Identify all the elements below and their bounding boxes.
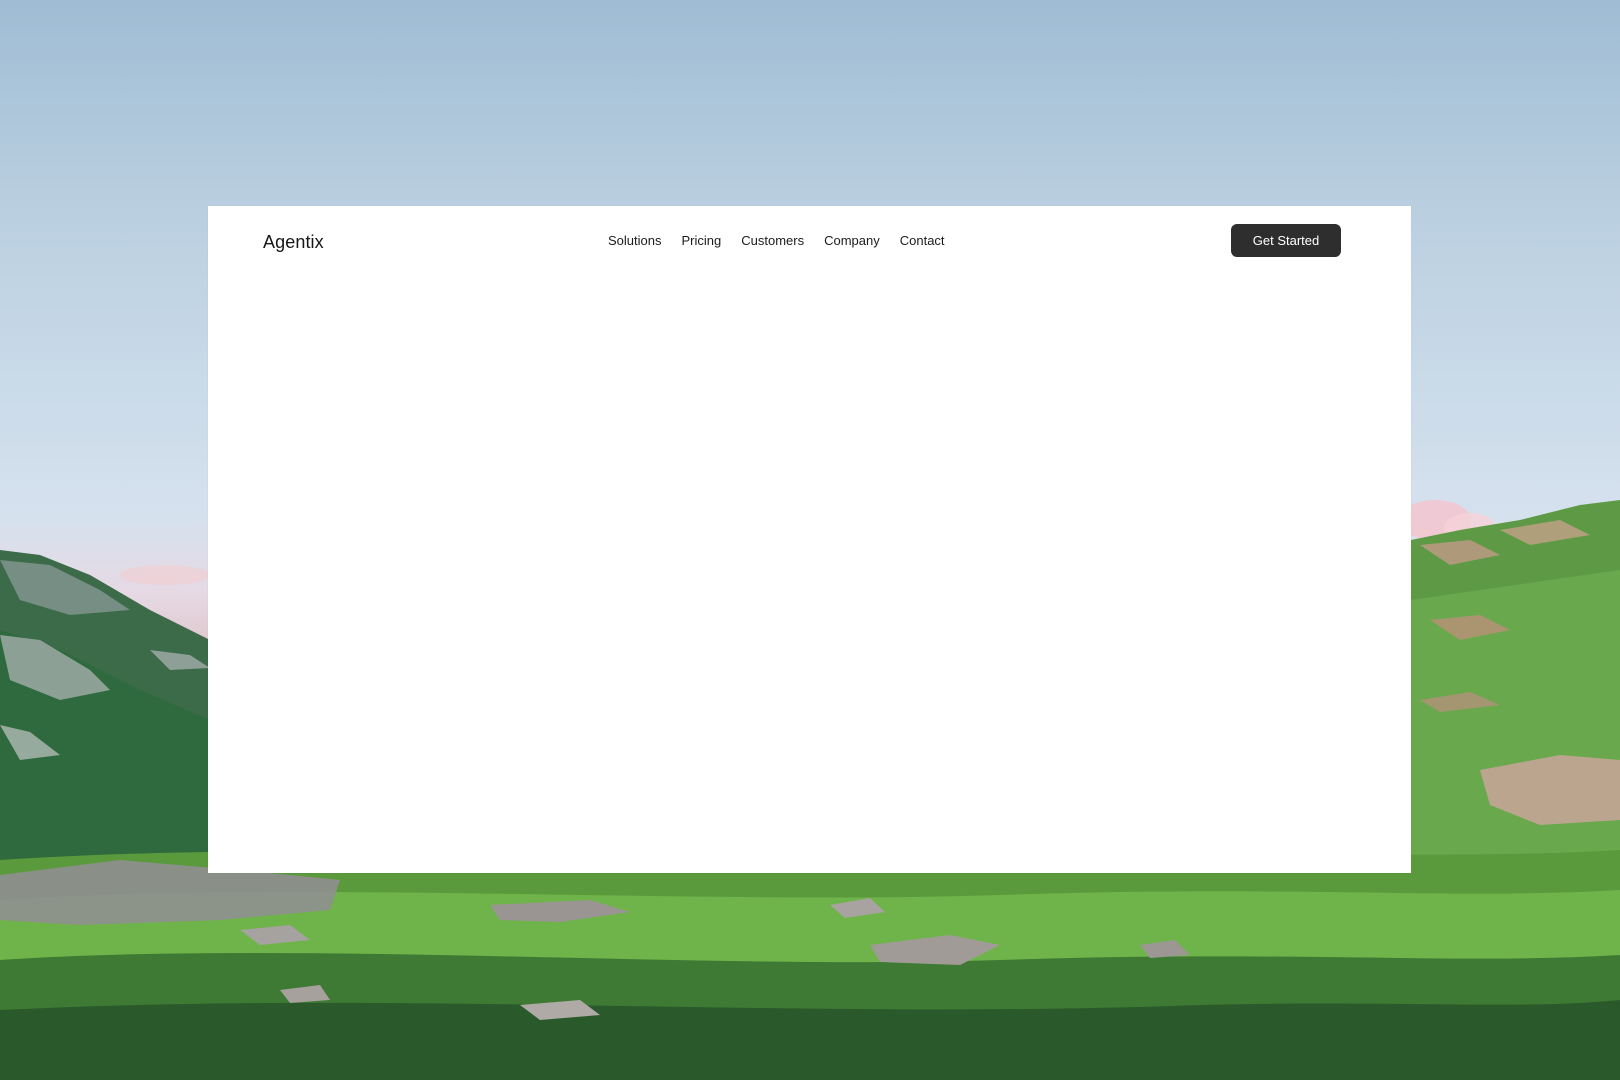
- nav-link-pricing[interactable]: Pricing: [681, 233, 721, 248]
- brand-logo[interactable]: Agentix: [263, 232, 324, 253]
- desktop-background: Agentix Solutions Pricing Customers Comp…: [0, 0, 1620, 1080]
- main-menu: Solutions Pricing Customers Company Cont…: [608, 233, 945, 248]
- hero-section: [208, 276, 1411, 873]
- get-started-button[interactable]: Get Started: [1231, 224, 1341, 257]
- top-navigation: Agentix Solutions Pricing Customers Comp…: [208, 206, 1411, 276]
- website-window: Agentix Solutions Pricing Customers Comp…: [208, 206, 1411, 873]
- nav-link-solutions[interactable]: Solutions: [608, 233, 661, 248]
- nav-link-customers[interactable]: Customers: [741, 233, 804, 248]
- nav-link-company[interactable]: Company: [824, 233, 880, 248]
- nav-link-contact[interactable]: Contact: [900, 233, 945, 248]
